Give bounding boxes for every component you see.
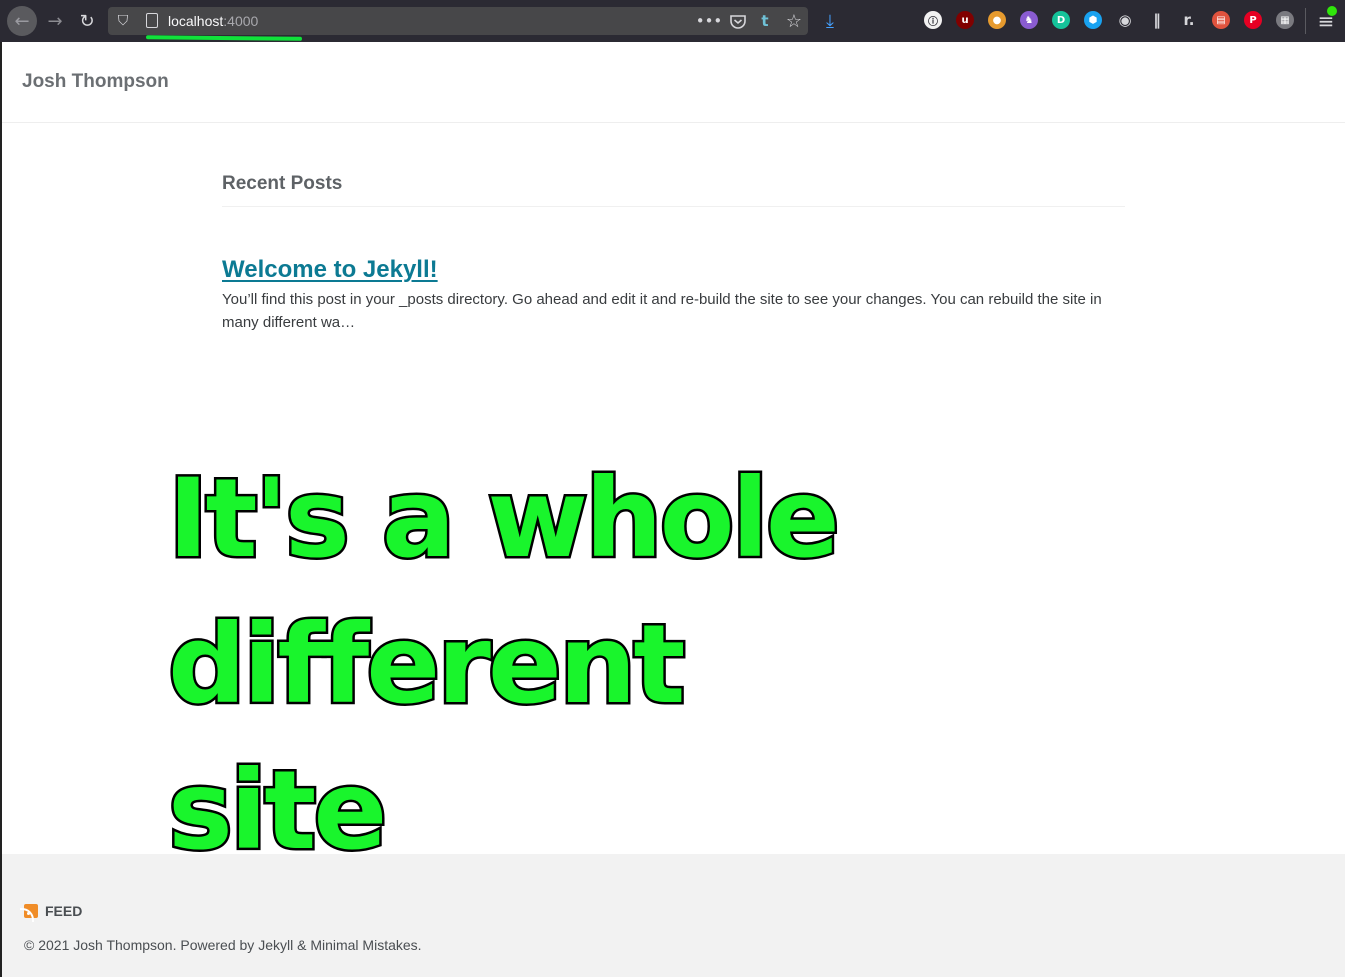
tumblr-icon[interactable]: t <box>754 11 776 31</box>
account-icon[interactable]: ◉ <box>1116 11 1134 29</box>
onepassword-icon[interactable]: ⓘ <box>924 11 942 29</box>
multi-columns-icon[interactable]: ‖ <box>1148 11 1166 29</box>
r-icon[interactable]: r. <box>1180 11 1198 29</box>
pinterest-icon[interactable]: P <box>1244 11 1262 29</box>
toolbar-separator <box>1305 8 1306 34</box>
url-bar[interactable]: ⛉ localhost:4000 ••• t ☆ <box>108 7 808 35</box>
overlay-line-1: It's a whole <box>166 453 843 585</box>
url-host: localhost <box>168 13 224 29</box>
page-icon[interactable] <box>146 13 158 28</box>
download-icon[interactable]: ⤓ <box>816 7 844 35</box>
feed-label: FEED <box>45 903 83 919</box>
grammarly-icon[interactable]: D <box>1052 11 1070 29</box>
overlay-caption: It's a whole different site <box>166 446 928 884</box>
url-port: :4000 <box>223 13 259 29</box>
masthead: Josh Thompson <box>2 42 1345 123</box>
tracking-shield-icon[interactable]: ⛉ <box>114 12 132 30</box>
pocket-icon[interactable] <box>727 11 749 31</box>
overlay-line-2: different site <box>166 599 689 877</box>
forward-arrow-icon[interactable]: → <box>41 7 69 35</box>
ublock-icon[interactable]: u <box>956 11 974 29</box>
tabs-icon[interactable]: ▤ <box>1212 11 1230 29</box>
main-content: Recent Posts Welcome to Jekyll! You’ll f… <box>222 160 1125 334</box>
recent-posts-heading: Recent Posts <box>222 173 1125 207</box>
more-icon[interactable]: ••• <box>696 11 723 31</box>
url-underline-annotation <box>145 35 303 41</box>
hex-icon[interactable]: ⬢ <box>1084 11 1102 29</box>
browser-toolbar: ← → ↻ ⛉ localhost:4000 ••• t ☆ ⤓ ⓘ u ● ♞ D ⬢ ◉… <box>0 0 1345 43</box>
reader-icon[interactable]: ▦ <box>1276 11 1294 29</box>
copyright-text: © 2021 Josh Thompson. Powered by Jekyll … <box>24 937 422 953</box>
update-badge-icon <box>1327 6 1337 16</box>
octo-icon[interactable]: ♞ <box>1020 11 1038 29</box>
bookmark-star-icon[interactable]: ☆ <box>783 11 805 32</box>
post-list-item: Welcome to Jekyll! You’ll find this post… <box>222 207 1125 334</box>
rss-icon <box>20 904 38 922</box>
cookie-icon[interactable]: ● <box>988 11 1006 29</box>
post-title-link[interactable]: Welcome to Jekyll! <box>222 256 438 284</box>
reload-icon[interactable]: ↻ <box>73 7 101 35</box>
back-arrow-icon[interactable]: ← <box>7 6 37 36</box>
site-title[interactable]: Josh Thompson <box>22 71 169 93</box>
post-excerpt: You’ll find this post in your _posts dir… <box>222 291 1102 331</box>
feed-link[interactable]: FEED <box>20 903 83 922</box>
page-footer: FEED © 2021 Josh Thompson. Powered by Je… <box>2 854 1345 977</box>
window-edge <box>0 42 2 977</box>
url-text[interactable]: localhost:4000 <box>168 13 258 29</box>
